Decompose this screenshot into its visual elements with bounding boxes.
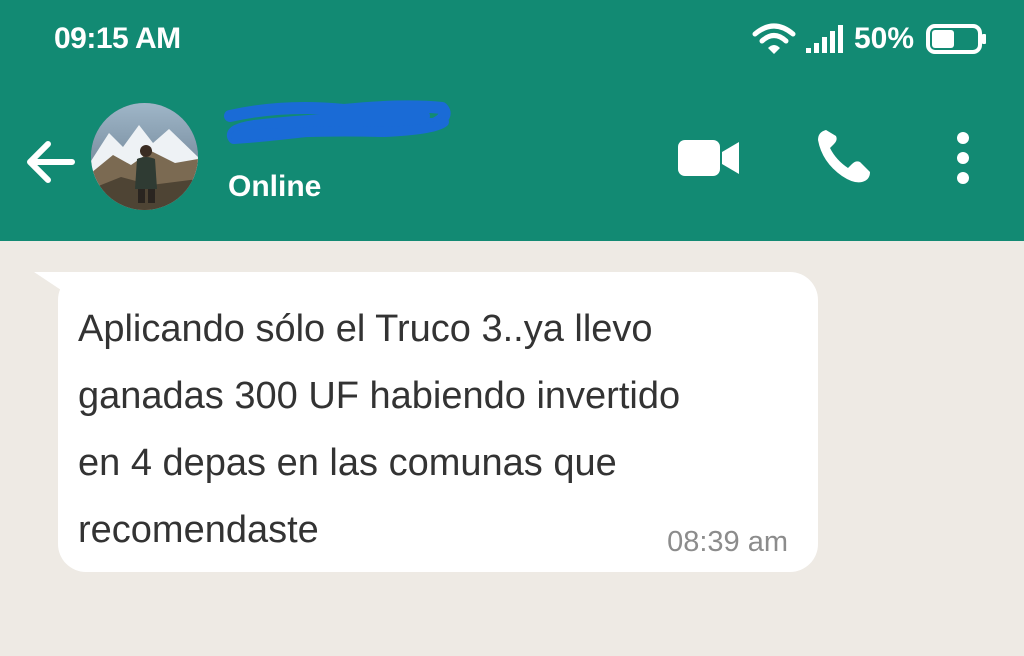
wifi-icon xyxy=(752,23,796,54)
battery-icon xyxy=(926,24,986,54)
back-arrow-icon[interactable] xyxy=(22,135,76,189)
avatar-photo xyxy=(91,103,198,210)
more-vertical-icon[interactable] xyxy=(952,130,974,186)
status-indicators: 50% xyxy=(752,18,988,60)
chat-screen: 09:15 AM 50% Online Aplicando sólo el Tr… xyxy=(0,0,1024,656)
status-time: 09:15 AM xyxy=(54,22,181,55)
video-call-icon[interactable] xyxy=(677,138,741,178)
message-timestamp: 08:39 am xyxy=(667,526,788,558)
contact-status: Online xyxy=(228,170,322,203)
battery-percent: 50% xyxy=(853,22,914,55)
contact-name-redacted[interactable] xyxy=(224,96,454,152)
message-text: Aplicando sólo el Truco 3..ya llevo gana… xyxy=(78,308,681,551)
chat-header: 09:15 AM 50% Online xyxy=(0,0,1024,241)
signal-icon xyxy=(805,25,843,53)
phone-icon[interactable] xyxy=(814,126,876,186)
contact-avatar[interactable] xyxy=(91,103,198,210)
